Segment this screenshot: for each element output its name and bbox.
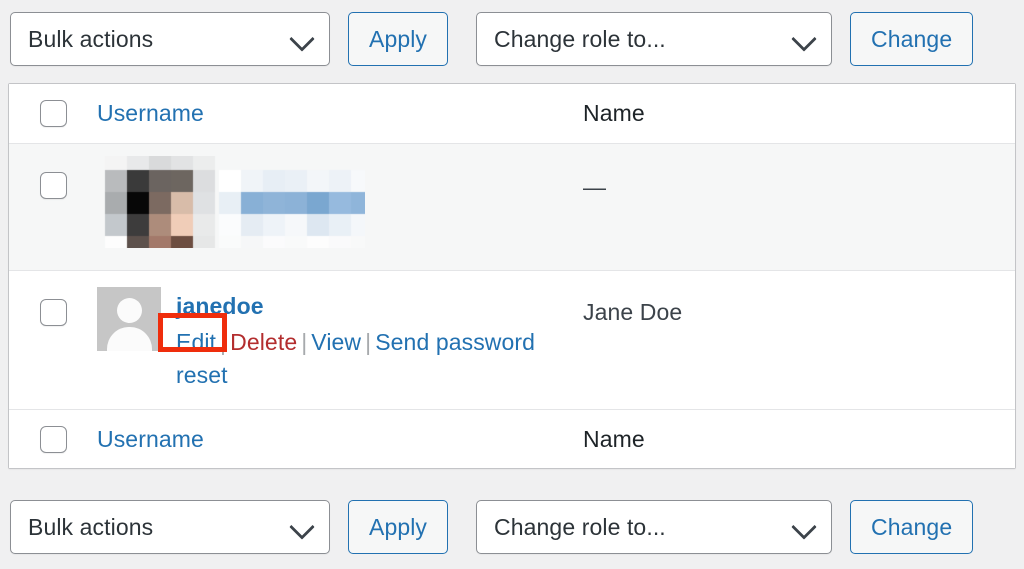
chevron-down-icon bbox=[289, 26, 314, 51]
column-header-username-link-top[interactable]: Username bbox=[97, 100, 204, 126]
change-button-bottom[interactable]: Change bbox=[850, 500, 973, 554]
username-and-actions: janedoe Edit|Delete|View|Send password r… bbox=[161, 287, 566, 391]
chevron-down-icon bbox=[289, 514, 314, 539]
change-button-top[interactable]: Change bbox=[850, 12, 973, 66]
username-link-janedoe[interactable]: janedoe bbox=[176, 293, 566, 320]
users-table: Username Name — bbox=[8, 83, 1016, 469]
chevron-down-icon bbox=[791, 514, 816, 539]
avatar-head-shape bbox=[117, 298, 142, 323]
bulk-actions-select-top[interactable]: Bulk actions bbox=[10, 12, 330, 66]
column-header-name-label-bottom: Name bbox=[583, 426, 645, 452]
table-header-row-bottom: Username Name bbox=[9, 409, 1015, 468]
row-select-cell-redacted bbox=[9, 144, 97, 199]
apply-button-top[interactable]: Apply bbox=[348, 12, 448, 66]
table-navigation-bottom: Bulk actions Apply Change role to... Cha… bbox=[0, 485, 1024, 569]
select-all-checkbox-bottom[interactable] bbox=[40, 426, 67, 453]
row-name-cell-janedoe: Jane Doe bbox=[582, 271, 1015, 326]
column-header-name-bottom: Name bbox=[582, 426, 1015, 453]
table-header-row-top: Username Name bbox=[9, 84, 1015, 143]
avatar-body-shape bbox=[107, 327, 152, 351]
select-all-checkbox-top[interactable] bbox=[40, 100, 67, 127]
row-username-cell-janedoe: janedoe Edit|Delete|View|Send password r… bbox=[97, 271, 582, 409]
view-link[interactable]: View bbox=[311, 329, 361, 355]
delete-link[interactable]: Delete bbox=[230, 329, 297, 355]
redacted-user-identity bbox=[97, 156, 365, 248]
column-header-name-top: Name bbox=[582, 100, 1015, 127]
column-header-username-top: Username bbox=[97, 100, 582, 127]
row-select-checkbox-redacted[interactable] bbox=[40, 172, 67, 199]
row-name-value-redacted: — bbox=[583, 144, 1015, 201]
users-admin-screen: Bulk actions Apply Change role to... Cha… bbox=[0, 0, 1024, 569]
column-header-name-label-top: Name bbox=[583, 100, 645, 126]
column-header-username-link-bottom[interactable]: Username bbox=[97, 426, 204, 452]
avatar bbox=[97, 287, 161, 351]
change-role-select-bottom[interactable]: Change role to... bbox=[476, 500, 832, 554]
row-select-checkbox-janedoe[interactable] bbox=[40, 299, 67, 326]
row-name-value-janedoe: Jane Doe bbox=[583, 271, 1015, 326]
change-role-select-value-top: Change role to... bbox=[477, 26, 666, 53]
change-role-select-value-bottom: Change role to... bbox=[477, 514, 666, 541]
apply-button-bottom[interactable]: Apply bbox=[348, 500, 448, 554]
table-row: janedoe Edit|Delete|View|Send password r… bbox=[9, 270, 1015, 409]
row-select-cell-janedoe bbox=[9, 271, 97, 326]
action-separator: | bbox=[297, 329, 311, 355]
row-actions-janedoe: Edit|Delete|View|Send password reset bbox=[176, 326, 566, 391]
pixelated-avatar-and-username bbox=[97, 156, 365, 248]
edit-link[interactable]: Edit bbox=[176, 329, 216, 355]
select-all-cell-top bbox=[9, 100, 97, 127]
bulk-actions-select-value-bottom: Bulk actions bbox=[11, 514, 153, 541]
bulk-actions-select-value-top: Bulk actions bbox=[11, 26, 153, 53]
select-all-cell-bottom bbox=[9, 426, 97, 453]
row-name-cell-redacted: — bbox=[582, 144, 1015, 201]
row-username-cell-redacted bbox=[97, 144, 582, 270]
action-separator: | bbox=[361, 329, 375, 355]
action-separator: | bbox=[216, 329, 230, 355]
bulk-actions-select-bottom[interactable]: Bulk actions bbox=[10, 500, 330, 554]
change-role-select-top[interactable]: Change role to... bbox=[476, 12, 832, 66]
table-row: — bbox=[9, 143, 1015, 270]
chevron-down-icon bbox=[791, 26, 816, 51]
table-navigation-top: Bulk actions Apply Change role to... Cha… bbox=[0, 0, 1024, 78]
column-header-username-bottom: Username bbox=[97, 426, 582, 453]
